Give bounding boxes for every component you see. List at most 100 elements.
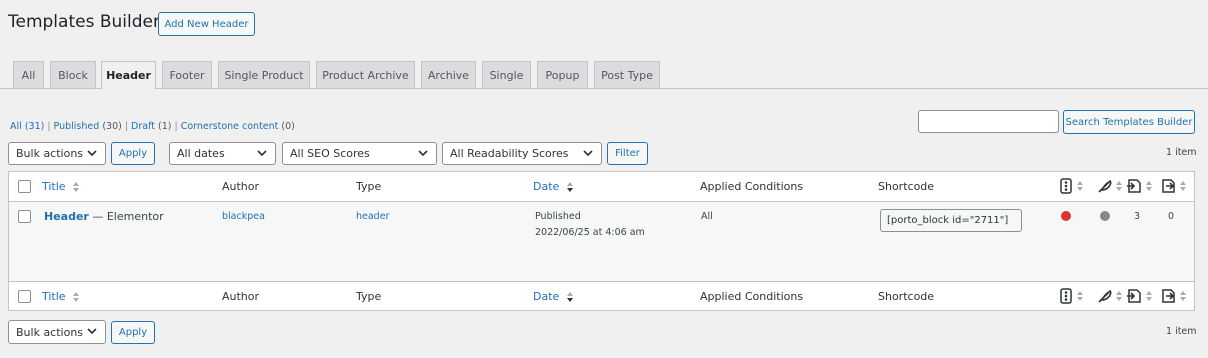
incoming-links-icon [1162, 179, 1175, 193]
chevron-down-icon [87, 328, 97, 335]
sort-icon [1146, 181, 1152, 191]
seo-score-icon [1060, 178, 1072, 194]
column-incoming-links[interactable] [1160, 178, 1187, 194]
row-title: Header — Elementor [44, 210, 164, 223]
row-status: Published [535, 211, 581, 222]
sort-icon [1077, 181, 1083, 191]
apply-button-bottom[interactable]: Apply [111, 321, 155, 344]
column-title[interactable]: Title [42, 180, 80, 193]
column-outgoing-links[interactable] [1126, 178, 1153, 194]
column-title[interactable]: Title [42, 290, 80, 303]
seo-score-icon [1060, 288, 1072, 304]
sort-icon [1116, 291, 1122, 301]
sort-icon [1180, 291, 1186, 301]
chevron-down-icon [583, 150, 593, 157]
tab-block[interactable]: Block [50, 61, 96, 89]
readability-value: All Readability Scores [450, 147, 569, 160]
column-type: Type [356, 180, 382, 193]
cornerstone-count: (0) [281, 121, 295, 132]
incoming-links-icon [1162, 289, 1175, 303]
column-outgoing-links[interactable] [1126, 288, 1153, 304]
items-count-top: 1 item [1166, 147, 1197, 158]
tab-product-archive[interactable]: Product Archive [316, 61, 415, 89]
sort-icon [1077, 291, 1083, 301]
chevron-down-icon [87, 150, 97, 157]
sort-icon [1116, 181, 1122, 191]
table-header: Title Author Type Date Applied Condition… [9, 172, 1194, 202]
column-author: Author [222, 180, 260, 193]
readability-indicator [1100, 211, 1110, 221]
table-footer: Title Author Type Date Applied Condition… [9, 281, 1194, 311]
filter-button[interactable]: Filter [607, 142, 648, 165]
row-author-link[interactable]: blackpea [222, 211, 265, 222]
outgoing-links-icon [1127, 179, 1141, 193]
column-shortcode: Shortcode [878, 180, 935, 193]
chevron-down-icon [418, 150, 428, 157]
sort-icon [73, 182, 80, 192]
dates-select[interactable]: All dates [169, 142, 276, 165]
table-row: Header — Elementor blackpea header Publi… [9, 202, 1194, 281]
row-applied-conditions: All [701, 211, 713, 222]
row-type-link[interactable]: header [356, 211, 389, 222]
readability-scores-select[interactable]: All Readability Scores [442, 142, 602, 165]
items-count-bottom: 1 item [1166, 326, 1197, 337]
sort-icon [1146, 291, 1152, 301]
bulk-actions-value: Bulk actions [16, 147, 84, 160]
row-date: 2022/06/25 at 4:06 am [535, 227, 645, 238]
column-readability[interactable] [1097, 178, 1123, 194]
seo-score-indicator [1061, 211, 1071, 221]
column-applied-conditions: Applied Conditions [700, 290, 804, 303]
bulk-actions-select-top[interactable]: Bulk actions [8, 142, 106, 165]
filter-draft-link[interactable]: Draft (1) [131, 121, 171, 132]
apply-button-top[interactable]: Apply [111, 142, 155, 165]
column-seo-score[interactable] [1060, 178, 1084, 194]
outgoing-links-icon [1127, 289, 1141, 303]
column-applied-conditions: Applied Conditions [700, 180, 804, 193]
column-date[interactable]: Date [533, 290, 574, 303]
filter-published-link[interactable]: Published (30) [54, 121, 122, 132]
select-all-checkbox[interactable] [18, 180, 31, 193]
column-shortcode: Shortcode [878, 290, 935, 303]
filter-all-link[interactable]: All (31) [10, 121, 44, 132]
seo-scores-select[interactable]: All SEO Scores [282, 142, 437, 165]
tab-header[interactable]: Header [101, 61, 156, 90]
column-seo-score[interactable] [1060, 288, 1084, 304]
row-checkbox[interactable] [18, 210, 31, 223]
filter-cornerstone-link[interactable]: Cornerstone content [181, 121, 279, 132]
tab-single-product[interactable]: Single Product [218, 61, 310, 89]
feather-icon [1098, 289, 1112, 303]
template-type-tabs: All Block Header Footer Single Product P… [0, 60, 1208, 90]
row-title-link[interactable]: Header [44, 210, 89, 223]
bulk-actions-select-bottom[interactable]: Bulk actions [8, 320, 106, 344]
select-all-checkbox-bottom[interactable] [18, 290, 31, 303]
outgoing-links-count: 3 [1134, 211, 1141, 222]
tab-single[interactable]: Single [482, 61, 531, 89]
tab-post-type[interactable]: Post Type [594, 61, 660, 89]
status-filter-links: All (31) | Published (30) | Draft (1) | Corner… [10, 121, 295, 132]
seo-scores-value: All SEO Scores [290, 147, 370, 160]
search-templates-button[interactable]: Search Templates Builder [1063, 110, 1195, 134]
bulk-actions-value: Bulk actions [16, 325, 84, 339]
sort-icon [1180, 181, 1186, 191]
search-input[interactable] [918, 110, 1059, 133]
shortcode-field[interactable]: [porto_block id="2711"] [880, 209, 1022, 232]
sort-icon [566, 182, 573, 192]
sort-icon [73, 292, 80, 302]
templates-table: Title Author Type Date Applied Condition… [8, 171, 1195, 311]
page-title: Templates Builder [8, 12, 160, 32]
row-title-state: — Elementor [88, 210, 164, 223]
column-type: Type [356, 290, 382, 303]
add-new-header-button[interactable]: Add New Header [158, 12, 255, 36]
dates-value: All dates [177, 147, 225, 160]
tab-popup[interactable]: Popup [537, 61, 588, 89]
column-readability[interactable] [1097, 288, 1123, 304]
column-date[interactable]: Date [533, 180, 574, 193]
tab-all[interactable]: All [13, 61, 44, 89]
tab-footer[interactable]: Footer [162, 61, 212, 89]
tab-archive[interactable]: Archive [421, 61, 476, 89]
column-author: Author [222, 290, 260, 303]
sort-icon [566, 292, 573, 302]
incoming-links-count: 0 [1168, 211, 1175, 222]
chevron-down-icon [257, 150, 267, 157]
column-incoming-links[interactable] [1160, 288, 1187, 304]
